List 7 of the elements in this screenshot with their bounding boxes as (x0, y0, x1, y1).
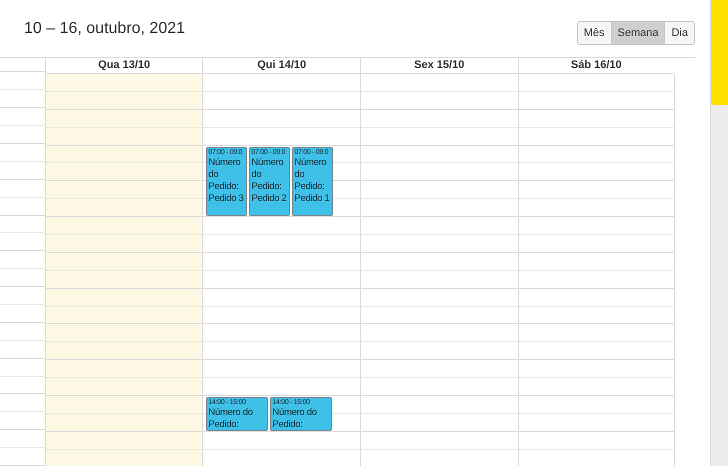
day-header: Sex 15/10 (360, 58, 518, 74)
view-button[interactable]: Dia (664, 21, 695, 45)
day-header: Qui 14/10 (203, 58, 360, 74)
view-button[interactable]: Semana (610, 21, 666, 45)
date-range-title: 10 – 16, outubro, 2021 (24, 20, 186, 38)
view-button[interactable]: Mês (576, 21, 612, 45)
day-header: Sáb 16/10 (518, 58, 674, 74)
